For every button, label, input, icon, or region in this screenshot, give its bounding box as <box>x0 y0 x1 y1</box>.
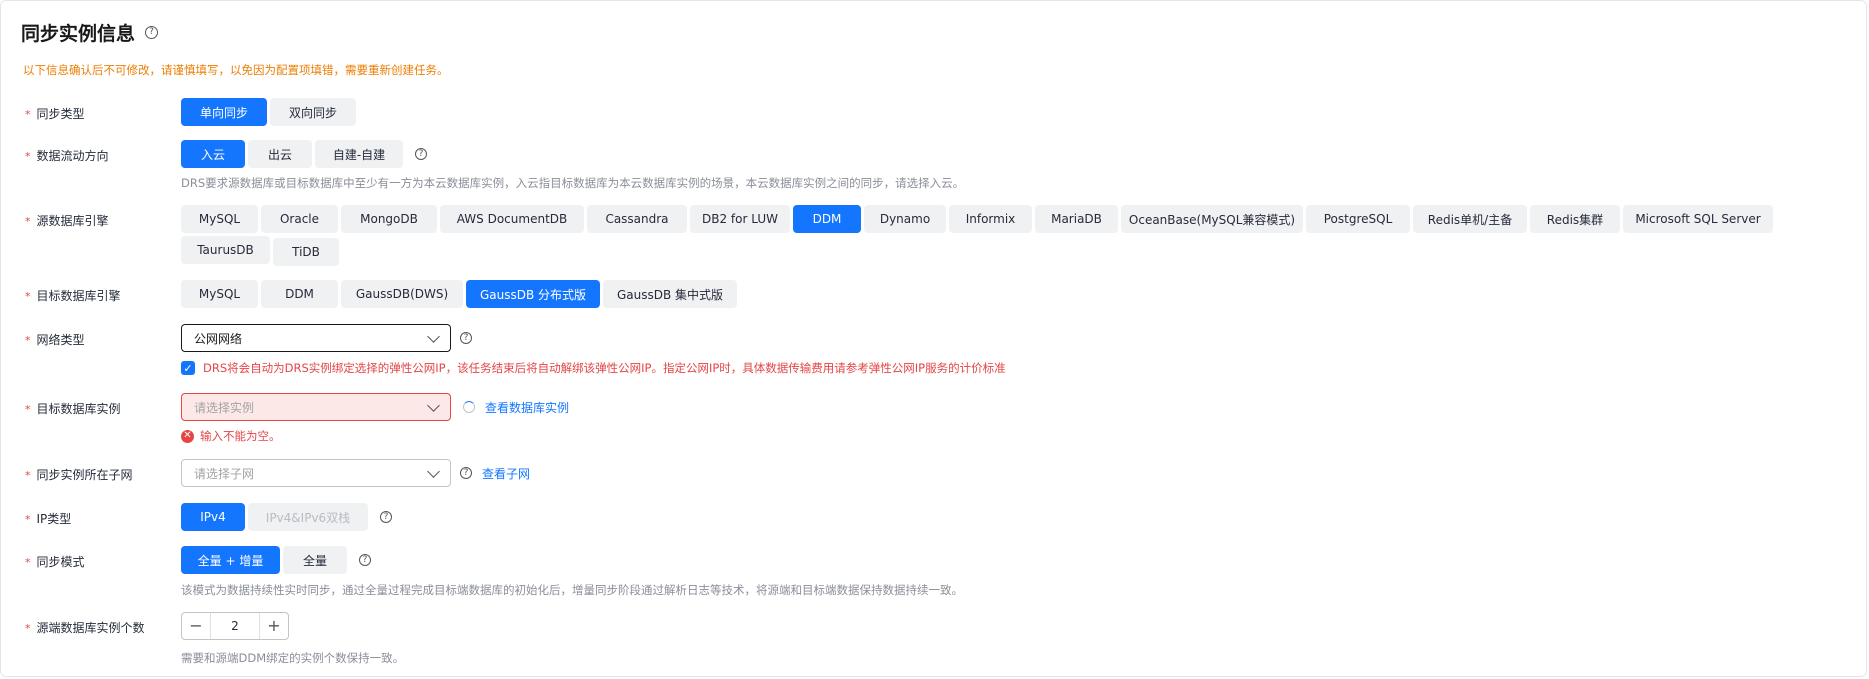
instance-count-stepper[interactable]: − 2 + <box>181 612 289 640</box>
target-engine-label: * 目标数据库引擎 <box>25 289 121 303</box>
sync-mode-full[interactable]: 全量 <box>283 546 347 574</box>
target-instance-error: 输入不能为空。 <box>200 429 281 443</box>
source-engine-db2[interactable]: DB2 for LUW <box>690 205 790 233</box>
source-engine-sqlserver[interactable]: Microsoft SQL Server <box>1623 205 1773 233</box>
plus-icon[interactable]: + <box>260 613 288 639</box>
target-engine-gaussdb-distributed[interactable]: GaussDB 分布式版 <box>466 280 600 308</box>
source-engine-redis-single[interactable]: Redis单机/主备 <box>1413 205 1527 233</box>
source-engine-postgresql[interactable]: PostgreSQL <box>1306 205 1410 233</box>
source-engine-label: * 源数据库引擎 <box>25 214 109 228</box>
sync-type-option-double[interactable]: 双向同步 <box>270 98 356 126</box>
view-subnet-link[interactable]: 查看子网 <box>482 465 530 482</box>
flow-option-in[interactable]: 入云 <box>181 140 245 168</box>
network-type-label: * 网络类型 <box>25 333 85 347</box>
sync-type-label: * 同步类型 <box>25 107 85 121</box>
source-engine-dynamo[interactable]: Dynamo <box>864 205 946 233</box>
sync-instance-panel: 同步实例信息 ? 以下信息确认后不可修改，请谨慎填写，以免因为配置项填错，需要重… <box>0 0 1867 677</box>
ip-type-dual-stack: IPv4&IPv6双栈 <box>248 503 368 531</box>
network-type-select[interactable]: 公网网络 <box>181 324 451 352</box>
target-instance-label: * 目标数据库实例 <box>25 402 121 416</box>
source-engine-redis-cluster[interactable]: Redis集群 <box>1530 205 1620 233</box>
subnet-label: * 同步实例所在子网 <box>25 468 133 482</box>
instance-count-value[interactable]: 2 <box>210 613 260 639</box>
ip-type-ipv4[interactable]: IPv4 <box>181 503 245 531</box>
source-engine-informix[interactable]: Informix <box>949 205 1032 233</box>
source-engine-ddm[interactable]: DDM <box>793 205 861 233</box>
subnet-placeholder: 请选择子网 <box>194 466 255 481</box>
target-engine-ddm[interactable]: DDM <box>261 280 338 308</box>
source-engine-oceanbase[interactable]: OceanBase(MySQL兼容模式) <box>1121 205 1303 233</box>
error-icon: ✕ <box>181 429 194 443</box>
target-engine-gaussdb-centralized[interactable]: GaussDB 集中式版 <box>603 280 737 308</box>
help-icon[interactable]: ? <box>460 332 472 344</box>
sync-mode-full-incremental[interactable]: 全量 + 增量 <box>181 546 280 574</box>
help-icon[interactable]: ? <box>145 26 159 39</box>
flow-option-self[interactable]: 自建-自建 <box>315 140 403 168</box>
subnet-select[interactable]: 请选择子网 <box>181 459 451 487</box>
sync-mode-label: * 同步模式 <box>25 555 85 569</box>
help-icon[interactable]: ? <box>359 554 371 566</box>
source-engine-tidb[interactable]: TiDB <box>273 238 339 266</box>
help-icon[interactable]: ? <box>380 511 392 523</box>
sync-mode-hint: 该模式为数据持续性实时同步，通过全量过程完成目标端数据库的初始化后，增量同步阶段… <box>181 583 963 597</box>
view-instance-link[interactable]: 查看数据库实例 <box>485 399 569 416</box>
target-instance-placeholder: 请选择实例 <box>194 400 255 415</box>
eip-checkbox[interactable]: ✓ <box>181 361 195 375</box>
chevron-down-icon <box>427 398 440 412</box>
source-engine-mysql[interactable]: MySQL <box>181 205 258 233</box>
page-title-text: 同步实例信息 <box>21 23 136 45</box>
target-instance-select[interactable]: 请选择实例 <box>181 393 451 421</box>
source-engine-mongodb[interactable]: MongoDB <box>341 205 437 233</box>
source-engine-cassandra[interactable]: Cassandra <box>587 205 687 233</box>
logic-count-hint: 需要和源端DDM绑定的实例个数保持一致。 <box>181 651 405 665</box>
chevron-down-icon <box>427 329 440 343</box>
eip-notice: DRS将会自动为DRS实例绑定选择的弹性公网IP，该任务结束后将自动解绑该弹性公… <box>203 361 1006 375</box>
target-engine-gaussdb-dws[interactable]: GaussDB(DWS) <box>341 280 463 308</box>
flow-direction-hint: DRS要求源数据库或目标数据库中至少有一方为本云数据库实例，入云指目标数据库为本… <box>181 176 965 190</box>
flow-option-out[interactable]: 出云 <box>248 140 312 168</box>
notice-text: 以下信息确认后不可修改，请谨慎填写，以免因为配置项填错，需要重新创建任务。 <box>23 63 449 77</box>
flow-direction-label: * 数据流动方向 <box>25 149 109 163</box>
source-engine-oracle[interactable]: Oracle <box>261 205 338 233</box>
source-engine-taurusdb[interactable]: TaurusDB <box>181 235 270 264</box>
logic-count-label: * 源端数据库实例个数 <box>25 621 145 635</box>
source-engine-aws-documentdb[interactable]: AWS DocumentDB <box>440 205 584 233</box>
help-icon[interactable]: ? <box>415 148 427 160</box>
chevron-down-icon <box>427 464 440 478</box>
target-engine-mysql[interactable]: MySQL <box>181 280 258 308</box>
help-icon[interactable]: ? <box>460 467 472 479</box>
ip-type-label: * IP类型 <box>25 512 72 526</box>
source-engine-mariadb[interactable]: MariaDB <box>1035 205 1118 233</box>
network-type-value: 公网网络 <box>194 331 243 346</box>
minus-icon[interactable]: − <box>182 613 210 639</box>
sync-type-option-single[interactable]: 单向同步 <box>181 98 267 126</box>
loading-icon <box>463 401 475 413</box>
page-title: 同步实例信息 ? <box>21 19 159 46</box>
